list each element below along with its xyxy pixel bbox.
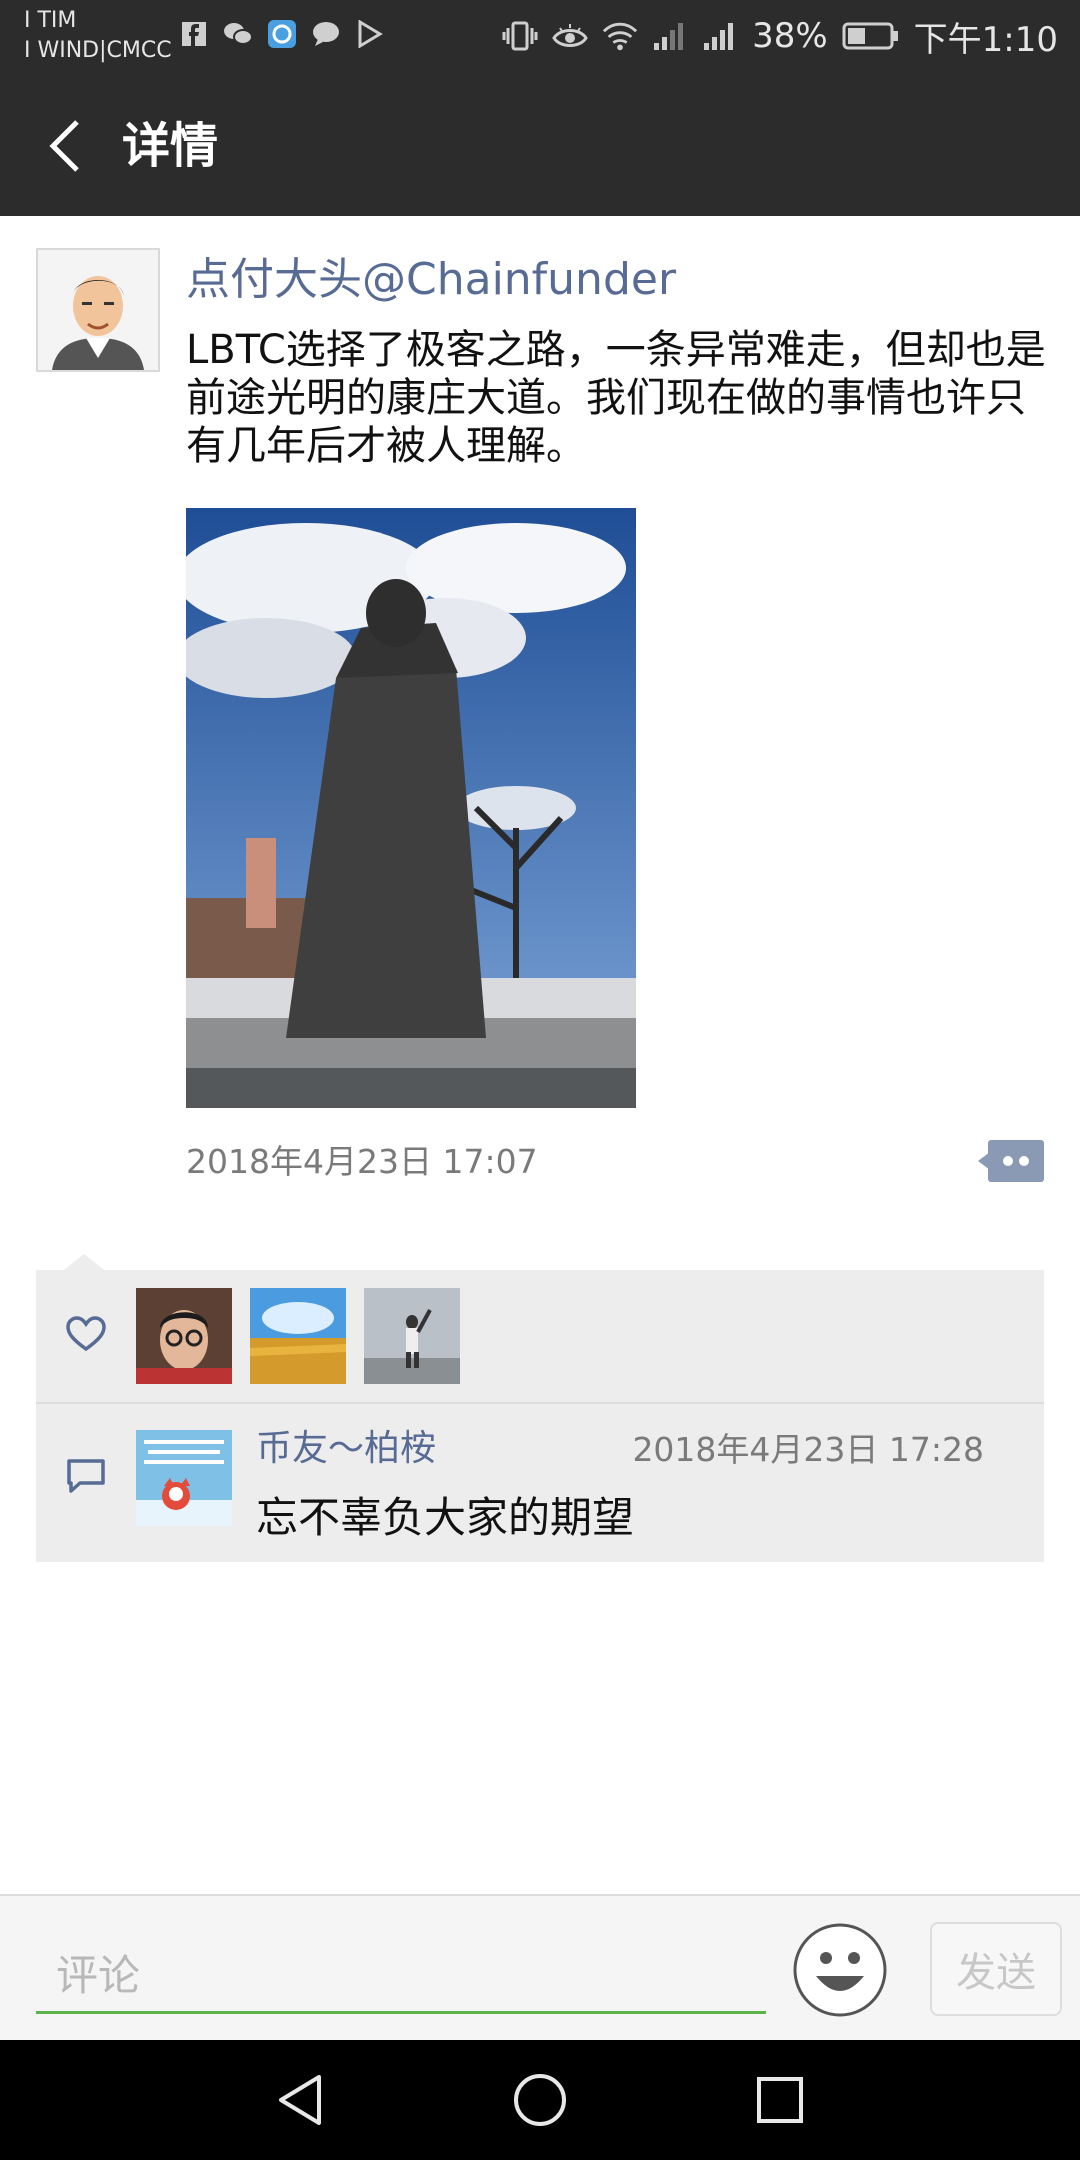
system-nav-bar bbox=[0, 2040, 1080, 2160]
author-avatar[interactable] bbox=[36, 248, 160, 372]
heart-icon bbox=[64, 1312, 108, 1356]
post-date: 2018年4月23日 17:07 bbox=[186, 1142, 538, 1181]
system-indicators: 38% 下午1:10 bbox=[502, 10, 1058, 62]
liker-avatar[interactable] bbox=[136, 1288, 232, 1384]
wifi-icon bbox=[602, 18, 638, 54]
vibrate-icon bbox=[502, 18, 538, 54]
back-button[interactable] bbox=[36, 114, 92, 178]
battery-percent: 38% bbox=[752, 16, 828, 56]
nav-recents-button[interactable] bbox=[750, 2070, 810, 2130]
post-photo[interactable] bbox=[186, 508, 636, 1108]
signal-icon-2 bbox=[702, 18, 738, 54]
comment-input[interactable] bbox=[36, 1940, 766, 2014]
send-button[interactable]: 发送 bbox=[930, 1922, 1062, 2016]
notification-icons bbox=[178, 18, 386, 50]
clock: 下午1:10 bbox=[913, 19, 1058, 60]
carrier-1: I TIM bbox=[24, 8, 77, 33]
wechat-icon bbox=[222, 18, 254, 50]
commenter-name[interactable]: 币友～柏桉 bbox=[256, 1424, 436, 1474]
emoji-button[interactable] bbox=[792, 1922, 888, 2018]
browser-icon bbox=[266, 18, 298, 50]
signal-icon bbox=[652, 18, 688, 54]
comment-icon bbox=[64, 1454, 108, 1498]
more-dots-icon bbox=[978, 1140, 1044, 1182]
comment-bar: 发送 bbox=[0, 1894, 1080, 2040]
liker-avatar[interactable] bbox=[250, 1288, 346, 1384]
battery-icon bbox=[842, 18, 900, 54]
carrier-2: I WIND|CMCC bbox=[24, 38, 172, 63]
page-title: 详情 bbox=[122, 118, 219, 174]
facebook-icon bbox=[178, 18, 210, 50]
back-arrow-icon bbox=[49, 120, 79, 172]
comments-section: 币友～柏桉 2018年4月23日 17:28 忘不辜负大家的期望 bbox=[36, 1404, 1044, 1562]
message-icon bbox=[310, 18, 342, 50]
commenter-avatar[interactable] bbox=[136, 1430, 232, 1526]
status-bar: I TIM I WIND|CMCC 38% 下午1:10 bbox=[0, 0, 1080, 74]
smiley-icon bbox=[793, 1923, 887, 2017]
likes-section bbox=[36, 1270, 1044, 1402]
comment-time: 2018年4月23日 17:28 bbox=[632, 1430, 984, 1469]
circle-home-icon bbox=[514, 2074, 566, 2126]
comment-text: 忘不辜负大家的期望 bbox=[256, 1493, 635, 1542]
liker-avatar[interactable] bbox=[364, 1288, 460, 1384]
play-store-icon bbox=[354, 18, 386, 50]
carrier-info: I TIM I WIND|CMCC bbox=[24, 6, 172, 66]
post-text: LBTC选择了极客之路，一条异常难走，但却也是前途光明的康庄大道。我们现在做的事… bbox=[186, 327, 1046, 469]
square-recents-icon bbox=[757, 2077, 803, 2123]
liker-avatars bbox=[136, 1288, 460, 1384]
nav-back-button[interactable] bbox=[270, 2070, 330, 2130]
nav-home-button[interactable] bbox=[510, 2070, 570, 2130]
eye-comfort-icon bbox=[552, 18, 588, 54]
title-bar: 详情 bbox=[0, 74, 1080, 216]
author-name[interactable]: 点付大头@Chainfunder bbox=[186, 250, 676, 310]
triangle-back-icon bbox=[279, 2075, 321, 2125]
interaction-arrow bbox=[64, 1254, 104, 1270]
more-actions-button[interactable] bbox=[978, 1138, 1044, 1184]
